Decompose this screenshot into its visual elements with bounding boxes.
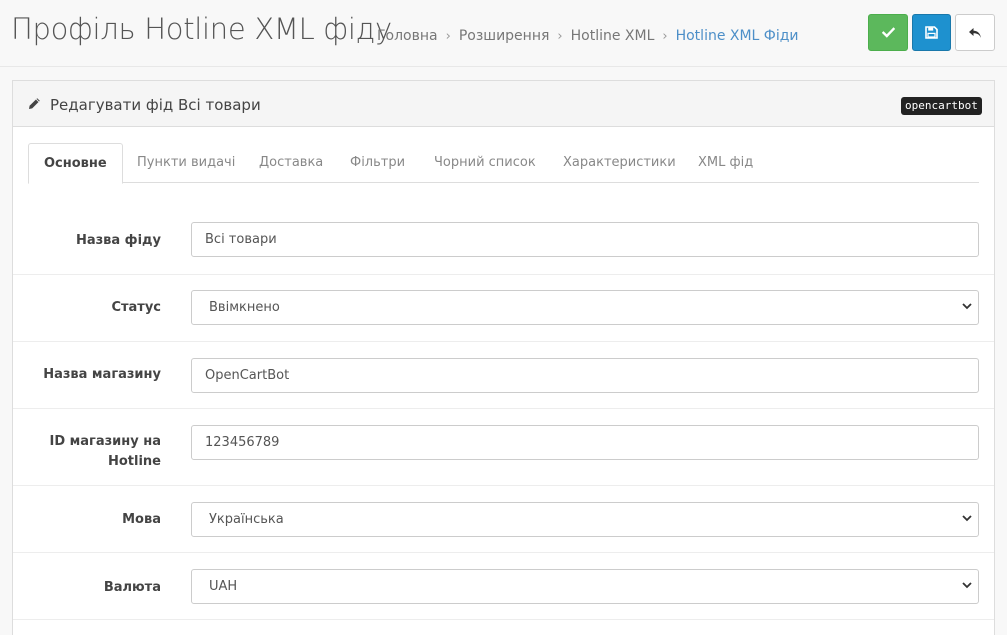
- breadcrumb-separator: ›: [557, 28, 563, 44]
- breadcrumb-hotline-feeds[interactable]: Hotline XML Фіди: [676, 28, 799, 44]
- panel-title: Редагувати фід Всі товари: [50, 96, 261, 114]
- shop-id-label-line2: Hotline: [107, 454, 161, 469]
- tab-filters[interactable]: Фільтри: [335, 143, 420, 183]
- shop-id-input[interactable]: 123456789: [191, 425, 979, 460]
- breadcrumb: Головна › Розширення › Hotline XML › Hot…: [377, 28, 799, 44]
- chevron-down-icon: [962, 582, 972, 589]
- currency-select-value: UAH: [209, 579, 238, 594]
- form-row-next: [13, 619, 994, 635]
- breadcrumb-hotline-xml[interactable]: Hotline XML: [571, 28, 655, 44]
- language-label: Мова: [122, 512, 161, 527]
- panel-heading: Редагувати фід Всі товари opencartbot: [13, 81, 994, 127]
- tab-attributes[interactable]: Характеристики: [548, 143, 691, 183]
- form-row-shop-name: Назва магазину OpenCartBot: [13, 341, 994, 408]
- feed-name-label: Назва фіду: [75, 233, 161, 248]
- back-button[interactable]: [955, 14, 995, 51]
- chevron-down-icon: [962, 303, 972, 310]
- language-select-value: Українська: [209, 512, 284, 527]
- chevron-down-icon: [962, 515, 972, 522]
- form-row-currency: Валюта UAH: [13, 552, 994, 619]
- form-row-feed-name: Назва фіду Всі товари: [13, 207, 994, 274]
- form-row-language: Мова Українська: [13, 485, 994, 552]
- brand-badge: opencartbot: [901, 97, 982, 115]
- tab-general[interactable]: Основне: [28, 143, 123, 184]
- form-row-shop-id: ID магазину на Hotline 123456789: [13, 408, 994, 485]
- currency-label: Валюта: [103, 580, 161, 595]
- tab-blacklist[interactable]: Чорний список: [419, 143, 551, 183]
- currency-select[interactable]: UAH: [191, 569, 979, 604]
- feed-name-input[interactable]: Всі товари: [191, 222, 979, 257]
- shop-name-label: Назва магазину: [43, 367, 161, 382]
- save-button[interactable]: [912, 14, 951, 51]
- page-title: Профіль Hotline XML фіду: [11, 12, 392, 46]
- breadcrumb-home[interactable]: Головна: [377, 28, 438, 44]
- confirm-button[interactable]: [868, 14, 908, 51]
- tab-delivery[interactable]: Доставка: [244, 143, 338, 183]
- language-select[interactable]: Українська: [191, 502, 979, 537]
- check-icon: [881, 27, 895, 38]
- tab-xml-feed[interactable]: XML фід: [683, 143, 768, 183]
- breadcrumb-separator: ›: [662, 28, 668, 44]
- status-select-value: Ввімкнено: [209, 300, 280, 315]
- breadcrumb-extensions[interactable]: Розширення: [459, 28, 550, 44]
- reply-icon: [969, 27, 981, 38]
- status-select[interactable]: Ввімкнено: [191, 290, 979, 325]
- pencil-icon: [29, 98, 40, 109]
- shop-id-label-line1: ID магазину на: [49, 434, 161, 449]
- shop-name-input[interactable]: OpenCartBot: [191, 358, 979, 393]
- shop-id-label: ID магазину на Hotline: [49, 432, 161, 472]
- tab-pickup-points[interactable]: Пункти видачі: [122, 143, 250, 183]
- status-label: Статус: [111, 300, 161, 315]
- form-row-status: Статус Ввімкнено: [13, 274, 994, 341]
- edit-panel: Редагувати фід Всі товари opencartbot Ос…: [12, 80, 995, 635]
- page-header: Профіль Hotline XML фіду Головна › Розши…: [0, 0, 1007, 67]
- floppy-icon: [925, 26, 938, 39]
- tab-bar: Основне Пункти видачі Доставка Фільтри Ч…: [28, 143, 979, 184]
- breadcrumb-separator: ›: [445, 28, 451, 44]
